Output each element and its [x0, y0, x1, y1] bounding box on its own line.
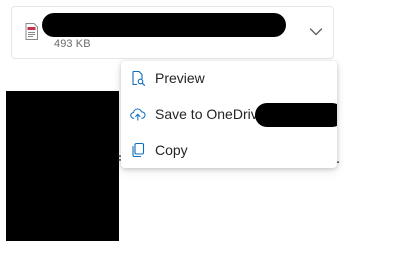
menu-item-copy[interactable]: Copy	[121, 133, 337, 167]
menu-item-preview[interactable]: Preview	[121, 61, 337, 95]
redacted-image	[6, 91, 119, 241]
copy-icon	[130, 142, 146, 158]
cloud-upload-icon	[130, 106, 146, 122]
pdf-file-icon	[25, 23, 38, 40]
message-canvas: 493 KB = . Preview	[0, 0, 393, 263]
menu-item-label: Save to OneDriv	[155, 106, 258, 122]
menu-item-label: Preview	[155, 70, 205, 86]
attachment-card[interactable]: 493 KB	[11, 6, 334, 59]
attachment-context-menu: Preview Save to OneDriv Copy	[121, 61, 337, 168]
chevron-down-icon	[309, 24, 323, 42]
menu-item-label: Copy	[155, 142, 188, 158]
file-size: 493 KB	[54, 38, 91, 50]
redacted-filename	[42, 13, 286, 37]
redacted-menu-text	[255, 103, 337, 127]
preview-icon	[130, 70, 146, 86]
attachment-options-button[interactable]	[304, 21, 328, 45]
